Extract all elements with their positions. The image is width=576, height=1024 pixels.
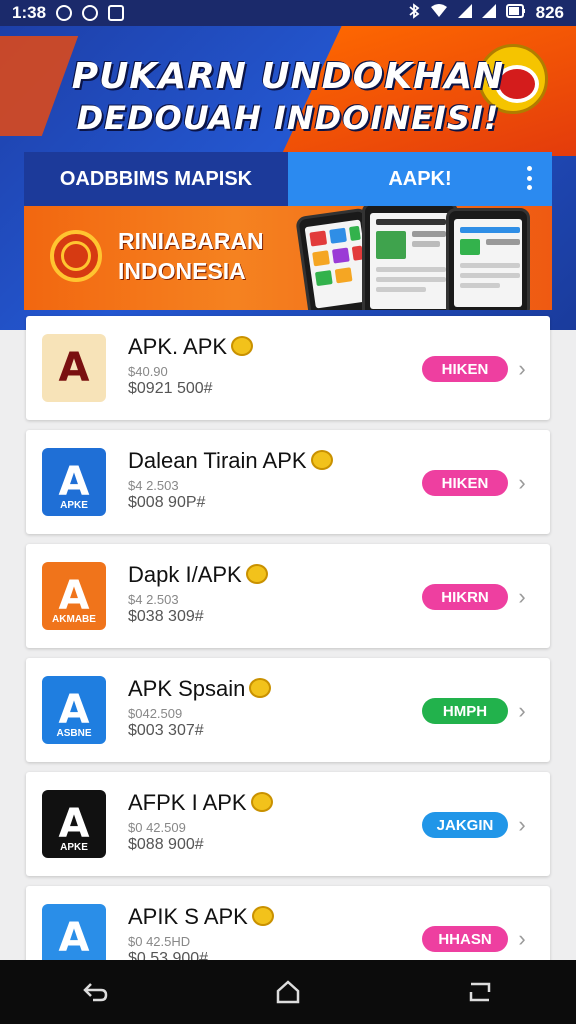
chevron-right-icon[interactable]: › [512, 586, 532, 608]
coin-icon [310, 450, 333, 470]
wifi-icon [430, 3, 448, 23]
square-badge-icon [82, 5, 99, 21]
list-item[interactable]: A APK. APK $40.90 $0921 500# HIKEN › [26, 316, 550, 420]
action-button[interactable]: JAKGIN [422, 812, 508, 838]
home-icon[interactable] [268, 972, 308, 1012]
qr-icon [108, 5, 125, 21]
status-left: 1:38 [12, 3, 125, 23]
coin-icon [251, 906, 274, 926]
coin-icon [250, 792, 273, 812]
app-name: Dapk I/APK [128, 562, 268, 588]
app-name: AFPK I APK [128, 790, 273, 816]
tab-bar: OADBBIMS MAPISK AAPK! [24, 152, 552, 206]
header: PUKARN UNDOKHAN DEDOUAH INDOINEISI! OADB… [0, 26, 576, 330]
action-button[interactable]: HIKRN [422, 584, 508, 610]
coin-icon [249, 678, 272, 698]
app-meta-line1: $0 42.509 [128, 820, 186, 835]
app-name: APK Spsain [128, 676, 272, 702]
app-name-text: AFPK I APK [128, 790, 247, 815]
navigation-bar [0, 960, 576, 1024]
back-icon[interactable] [76, 972, 116, 1012]
action-button[interactable]: HIKEN [422, 470, 508, 496]
app-icon-sub: APKE [60, 842, 88, 853]
chevron-right-icon[interactable]: › [512, 814, 532, 836]
app-meta-line2: $038 309# [128, 608, 204, 625]
app-meta-line1: $4 2.503 [128, 592, 179, 607]
chevron-right-icon[interactable]: › [512, 700, 532, 722]
app-icon-glyph: A [58, 801, 90, 847]
app-meta-line1: $4 2.503 [128, 478, 179, 493]
banner-line1: RINIABARAN [118, 228, 264, 254]
app-meta-line2: $0921 500# [128, 380, 213, 397]
status-time: 1:38 [12, 3, 47, 22]
app-icon-sub: APKE [60, 500, 88, 511]
coin-icon [231, 336, 254, 356]
app-name: Dalean Tirain APK [128, 448, 333, 474]
tab-aapk[interactable]: AAPK! [288, 152, 552, 206]
status-bar: 1:38 826 [0, 0, 576, 26]
app-name: APK. APK [128, 334, 254, 360]
action-button[interactable]: HHASN [422, 926, 508, 952]
coin-icon [245, 564, 268, 584]
action-button[interactable]: HMPH [422, 698, 508, 724]
signal-icon [457, 3, 472, 23]
headline-line1: PUKARN UNDOKHAN [71, 56, 505, 97]
app-icon-glyph: A [58, 345, 90, 391]
page-title: PUKARN UNDOKHAN DEDOUAH INDOINEISI! [0, 56, 576, 138]
chevron-right-icon[interactable]: › [512, 358, 532, 380]
app-name-text: Dalean Tirain APK [128, 448, 307, 473]
recents-icon[interactable] [460, 972, 500, 1012]
action-button[interactable]: HIKEN [422, 356, 508, 382]
app-meta-line2: $003 307# [128, 722, 204, 739]
status-right-text: 826 [535, 3, 564, 22]
bluetooth-icon [408, 2, 420, 24]
phone-image [362, 206, 458, 310]
phones-illustration [282, 206, 552, 310]
app-icon: A [42, 334, 106, 402]
app-icon-glyph: A [58, 687, 90, 733]
app-name-text: APK Spsain [128, 676, 246, 701]
app-meta-line2: $008 90P# [128, 494, 206, 511]
phone-image [446, 208, 530, 310]
app-meta-line1: $042.509 [128, 706, 183, 721]
app-icon: A APKE [42, 790, 106, 858]
app-name-text: APK. APK [128, 334, 228, 359]
list-item[interactable]: A AKMABE Dapk I/APK $4 2.503 $038 309# H… [26, 544, 550, 648]
battery-icon [505, 3, 526, 23]
app-meta-line1: $0 42.5HD [128, 934, 191, 949]
app-meta-line1: $40.90 [128, 364, 168, 379]
app-icon: A AKMABE [42, 562, 106, 630]
chevron-right-icon[interactable]: › [512, 472, 532, 494]
app-meta-line2: $088 900# [128, 836, 204, 853]
list-item[interactable]: A APKE Dalean Tirain APK $4 2.503 $008 9… [26, 430, 550, 534]
app-icon: A ASBNE [42, 676, 106, 744]
seal-icon [50, 230, 102, 282]
status-right: 826 [408, 2, 564, 24]
app-name-text: Dapk I/APK [128, 562, 242, 587]
headline-line2: DEDOUAH INDOINEISI! [76, 99, 500, 137]
circle-badge-icon [56, 5, 73, 21]
app-name: APIK S APK [128, 904, 274, 930]
chevron-right-icon[interactable]: › [512, 928, 532, 950]
banner-text: RINIABARAN INDONESIA [118, 226, 264, 286]
list-item[interactable]: A APKE AFPK I APK $0 42.509 $088 900# JA… [26, 772, 550, 876]
app-icon-glyph: A [58, 915, 90, 961]
app-icon-sub: ASBNE [56, 728, 92, 739]
more-vert-icon[interactable] [526, 166, 532, 190]
app-icon-glyph: A [58, 573, 90, 619]
list-item[interactable]: A ASBNE APK Spsain $042.509 $003 307# HM… [26, 658, 550, 762]
app-icon-glyph: A [58, 459, 90, 505]
app-name-text: APIK S APK [128, 904, 248, 929]
app-icon: A APKE [42, 448, 106, 516]
tab-oadbbims-mapisk[interactable]: OADBBIMS MAPISK [24, 152, 288, 206]
app-icon-sub: AKMABE [52, 614, 96, 625]
promo-banner[interactable]: RINIABARAN INDONESIA [24, 206, 552, 310]
banner-line2: INDONESIA [118, 258, 246, 284]
signal-icon [481, 3, 496, 23]
